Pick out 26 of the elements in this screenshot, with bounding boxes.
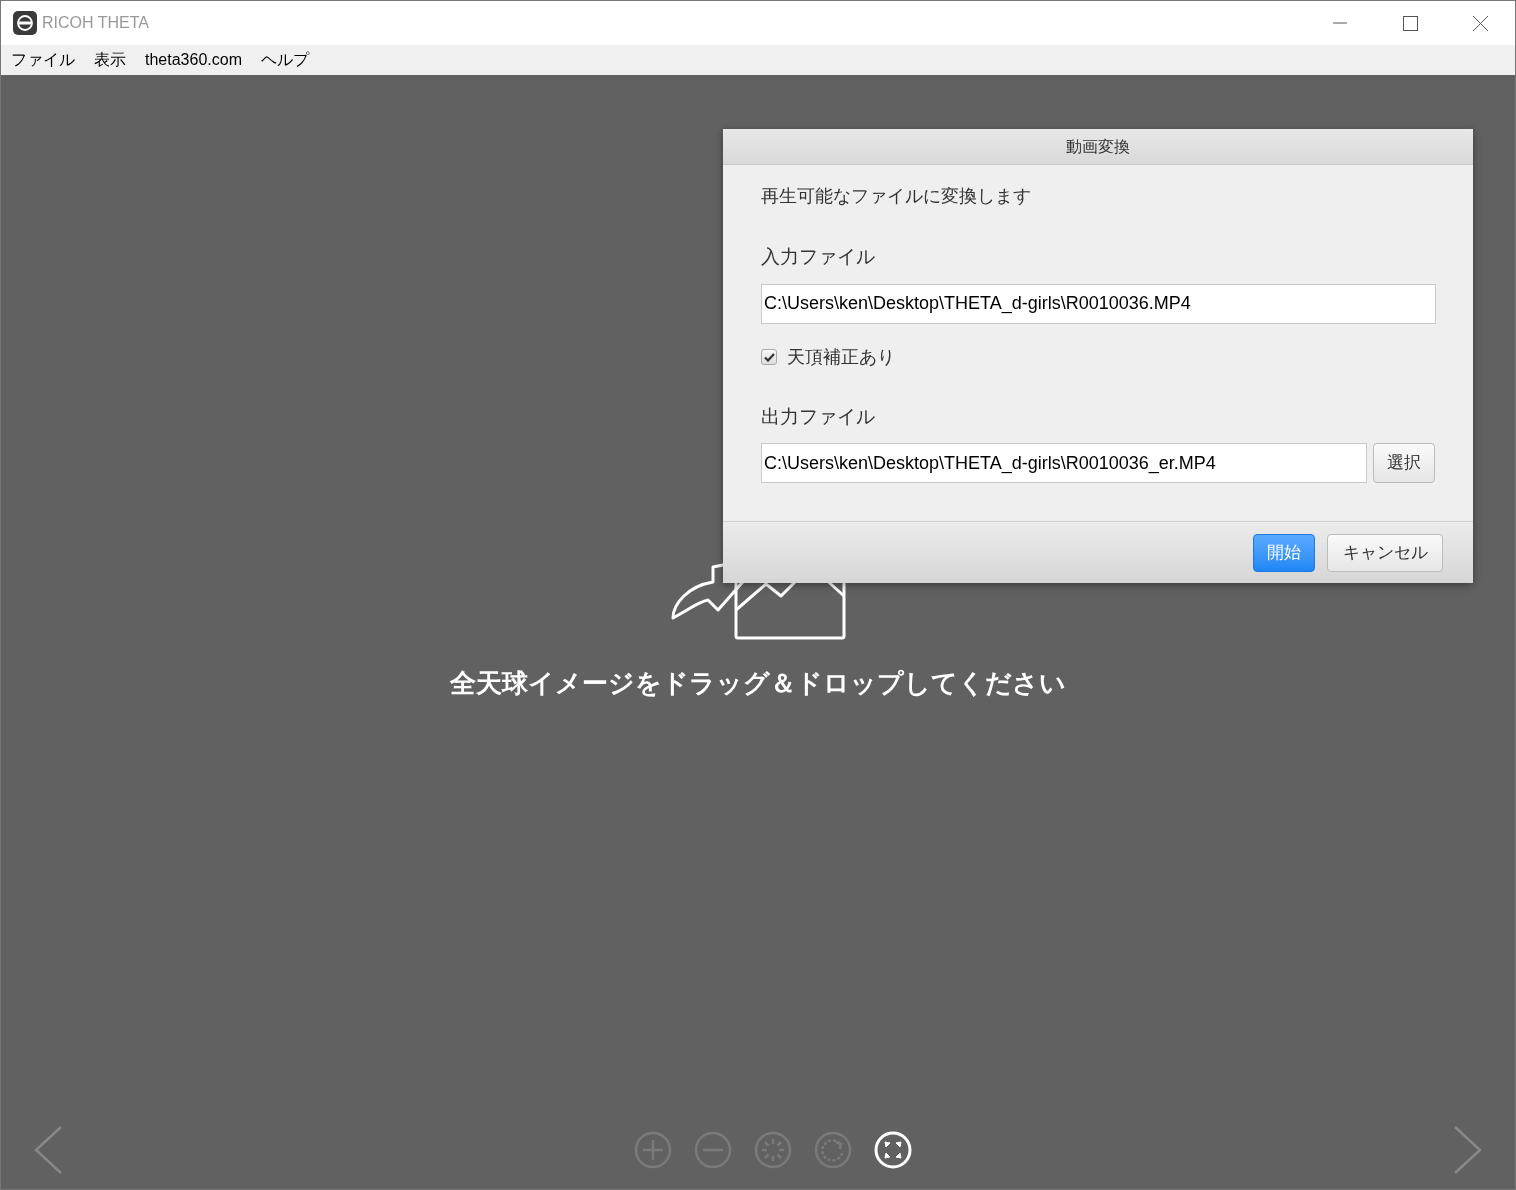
cancel-button[interactable]: キャンセル bbox=[1327, 533, 1443, 572]
app-logo-icon bbox=[13, 11, 37, 35]
menu-item[interactable]: ファイル bbox=[11, 48, 75, 72]
zoom-out-icon bbox=[693, 1130, 733, 1170]
minimize-icon bbox=[1333, 22, 1347, 24]
menu-item[interactable]: theta360.com bbox=[145, 48, 242, 72]
maximize-icon bbox=[1402, 15, 1418, 31]
select-button[interactable]: 選択 bbox=[1373, 443, 1435, 483]
output-file-field[interactable]: C:\Users\ken\Desktop\THETA_d-girls\R0010036_er.MP4 bbox=[761, 443, 1368, 483]
menu-item[interactable]: ヘルプ bbox=[260, 48, 309, 72]
output-file-label: 出力ファイル bbox=[761, 404, 876, 429]
input-file-field[interactable]: C:\Users\ken\Desktop\THETA_d-girls\R0010036.MP4 bbox=[761, 283, 1436, 324]
input-file-label: 入力ファイル bbox=[761, 245, 876, 269]
dialog-description: 再生可能なファイルに変換します bbox=[761, 185, 1032, 208]
fullscreen-icon bbox=[873, 1130, 913, 1170]
spinner-icon bbox=[753, 1130, 793, 1170]
check-icon bbox=[763, 352, 775, 362]
zoom-in-icon bbox=[633, 1130, 673, 1170]
drop-hint-text: 全天球イメージをドラッグ＆ドロップしてください bbox=[450, 667, 1066, 700]
zenith-checkbox[interactable] bbox=[761, 349, 777, 365]
zenith-label: 天頂補正あり bbox=[787, 345, 895, 369]
close-icon bbox=[1472, 15, 1488, 31]
menu-item[interactable]: 表示 bbox=[94, 48, 126, 72]
window-title: RICOH THETA bbox=[42, 13, 149, 33]
dialog-title: 動画変換 bbox=[1066, 136, 1130, 157]
rotate-icon bbox=[813, 1130, 853, 1170]
